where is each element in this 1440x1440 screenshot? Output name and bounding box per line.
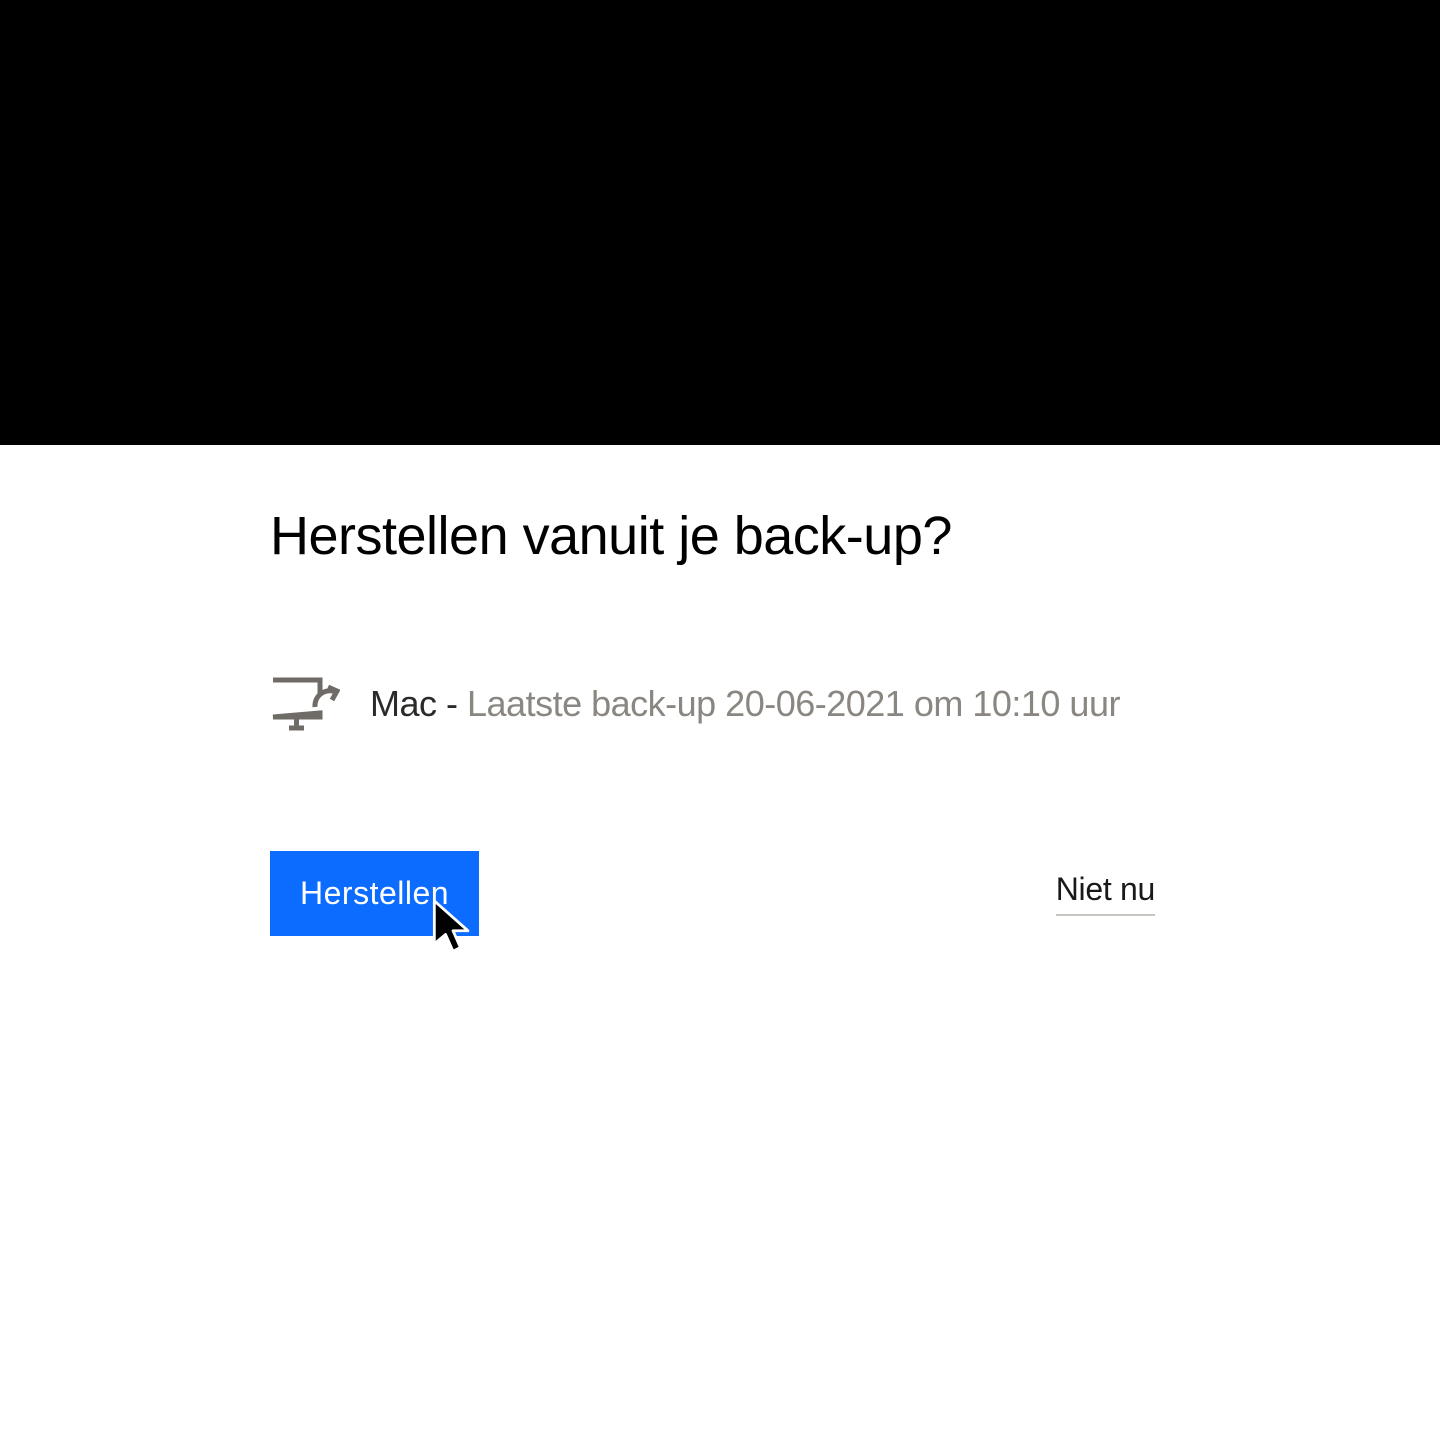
- device-name: Mac: [370, 683, 437, 724]
- dialog-title: Herstellen vanuit je back-up?: [270, 505, 1170, 567]
- separator: -: [437, 683, 468, 724]
- restore-button-wrap: Herstellen: [270, 851, 479, 936]
- monitor-restore-icon: [270, 677, 340, 731]
- backup-info-text: Mac - Laatste back-up 20-06-2021 om 10:1…: [370, 683, 1120, 725]
- not-now-link[interactable]: Niet nu: [1056, 871, 1155, 916]
- restore-button[interactable]: Herstellen: [270, 851, 479, 936]
- restore-dialog: Herstellen vanuit je back-up? Mac - Laat…: [0, 445, 1440, 936]
- top-bar: [0, 0, 1440, 445]
- backup-info-row: Mac - Laatste back-up 20-06-2021 om 10:1…: [270, 677, 1170, 731]
- backup-detail: Laatste back-up 20-06-2021 om 10:10 uur: [467, 683, 1120, 724]
- button-row: Herstellen Niet nu: [270, 851, 1155, 936]
